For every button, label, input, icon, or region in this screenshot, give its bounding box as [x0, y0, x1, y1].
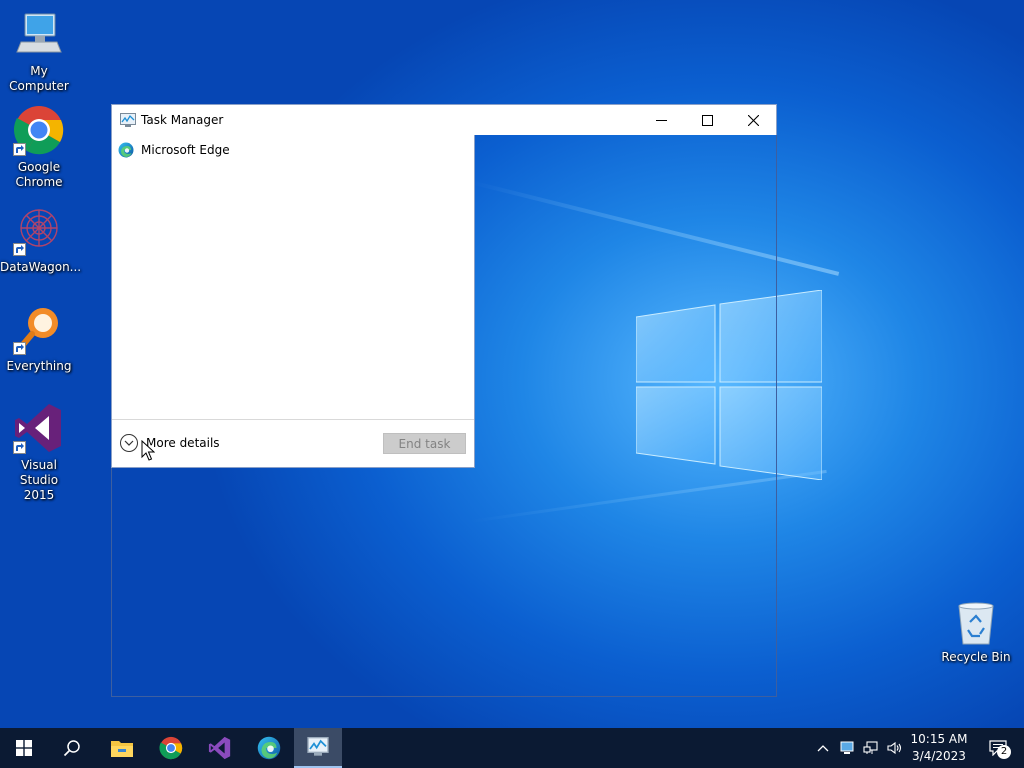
desktop-icon-label: DataWagon...: [0, 260, 82, 274]
everything-search-icon: [13, 303, 65, 355]
notification-icon: 2: [989, 740, 1011, 759]
tray-network-button[interactable]: [860, 728, 882, 768]
task-manager-footer: More details End task: [112, 419, 474, 467]
task-manager-body: Microsoft Edge More details End task: [111, 135, 475, 468]
datawagon-icon: [13, 204, 65, 256]
clock-time: 10:15 AM: [910, 732, 968, 746]
shortcut-arrow-icon: [13, 143, 26, 156]
maximize-button[interactable]: [684, 105, 730, 135]
visual-studio-icon: [208, 736, 231, 760]
clock-date: 3/4/2023: [912, 749, 966, 763]
desktop-icon-visual-studio-2015[interactable]: Visual Studio 2015: [0, 402, 78, 503]
window-title: Task Manager: [141, 113, 224, 127]
taskbar-task-manager[interactable]: [294, 728, 342, 768]
shortcut-arrow-icon: [13, 441, 26, 454]
notification-count-badge: 2: [997, 745, 1011, 759]
desktop-icon-my-computer[interactable]: My Computer: [0, 8, 78, 94]
taskbar-file-explorer[interactable]: [98, 728, 146, 768]
start-button[interactable]: [0, 728, 48, 768]
desktop-icon-label: Google Chrome: [15, 160, 63, 189]
desktop-icon-google-chrome[interactable]: Google Chrome: [0, 104, 78, 190]
speaker-icon: [887, 741, 902, 755]
desktop-icon-everything[interactable]: Everything: [0, 303, 78, 374]
microsoft-edge-icon: [118, 142, 134, 158]
windows-start-icon: [16, 740, 32, 756]
process-name: Microsoft Edge: [141, 143, 230, 157]
chevron-down-icon: [120, 434, 138, 452]
taskbar-visual-studio[interactable]: [196, 728, 244, 768]
desktop-icon-datawagon[interactable]: DataWagon...: [0, 204, 82, 275]
search-button[interactable]: [48, 728, 96, 768]
show-hidden-icons-button[interactable]: [812, 728, 834, 768]
desktop-icon-label: Visual Studio 2015: [19, 458, 59, 502]
monitor-icon: [840, 741, 854, 754]
taskbar-microsoft-edge[interactable]: [245, 728, 293, 768]
more-details-toggle[interactable]: More details: [120, 434, 220, 452]
recycle-bin-icon: [954, 600, 998, 646]
shortcut-arrow-icon: [13, 243, 26, 256]
minimize-button[interactable]: [638, 105, 684, 135]
taskbar-clock[interactable]: 10:15 AM 3/4/2023: [905, 731, 973, 765]
chevron-up-icon: [817, 745, 829, 752]
mouse-cursor-icon: [141, 440, 155, 461]
task-manager-icon: [307, 737, 329, 756]
action-center-button[interactable]: 2: [978, 728, 1018, 768]
end-task-button[interactable]: End task: [383, 433, 466, 454]
computer-icon: [13, 8, 65, 60]
desktop-icon-label: Recycle Bin: [941, 650, 1011, 664]
microsoft-edge-icon: [257, 736, 281, 760]
taskbar-google-chrome[interactable]: [147, 728, 195, 768]
taskbar: 10:15 AM 3/4/2023 2: [0, 728, 1024, 768]
visual-studio-icon: [13, 402, 65, 454]
minimize-icon: [655, 119, 667, 121]
desktop-icon-recycle-bin[interactable]: Recycle Bin: [940, 600, 1012, 665]
network-icon: [863, 741, 878, 754]
desktop-icon-label: My Computer: [9, 64, 69, 93]
close-icon: [747, 114, 759, 126]
more-details-label: More details: [146, 436, 220, 450]
search-icon: [63, 740, 80, 757]
folder-icon: [111, 741, 133, 757]
task-manager-titlebar[interactable]: Task Manager: [111, 104, 777, 135]
process-row-microsoft-edge[interactable]: Microsoft Edge: [118, 140, 458, 160]
task-manager-icon: [120, 113, 136, 127]
tray-monitor-button[interactable]: [836, 728, 858, 768]
chrome-icon: [159, 736, 183, 760]
maximize-icon: [701, 114, 713, 126]
close-button[interactable]: [730, 105, 776, 135]
chrome-icon: [13, 104, 65, 156]
desktop-icon-label: Everything: [6, 359, 72, 373]
shortcut-arrow-icon: [13, 342, 26, 355]
tray-volume-button[interactable]: [884, 728, 906, 768]
